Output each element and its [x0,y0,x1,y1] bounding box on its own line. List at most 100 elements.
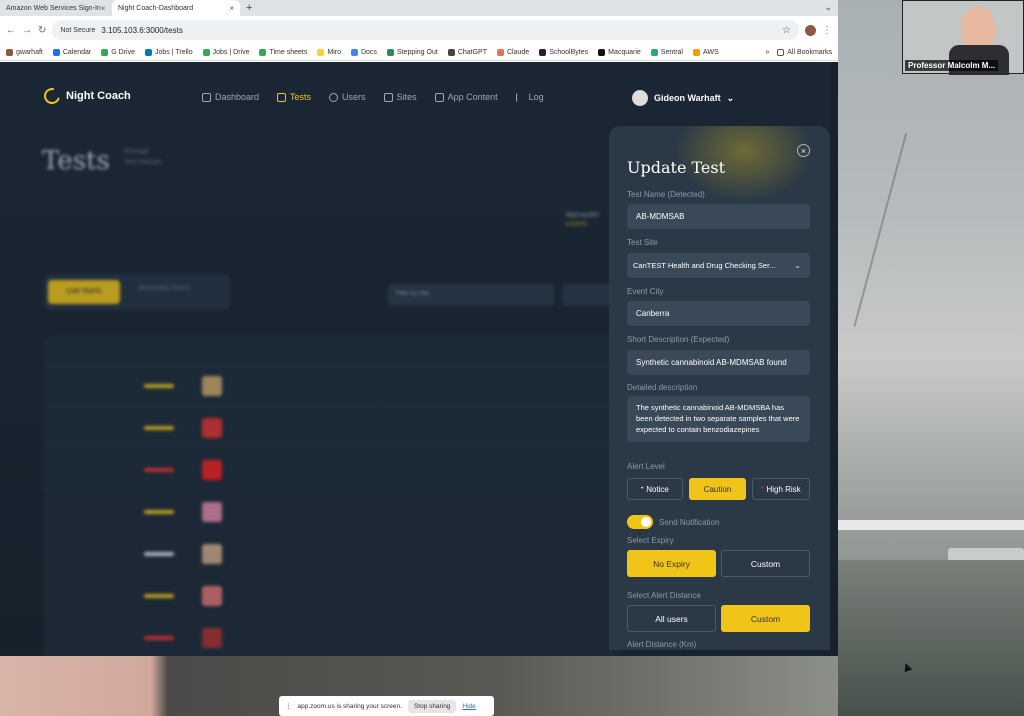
zoom-video-tile[interactable]: Professor Malcolm M... [902,0,1024,75]
table-row[interactable] [44,576,620,616]
red-alert-summary: RED ALERT 4 DAYS [566,213,600,228]
tests-toggle: LIVE TESTS ARCHIVED TESTS [44,274,230,310]
nav-log[interactable]: Log [515,92,544,102]
nav-dashboard[interactable]: Dashboard [202,92,259,102]
alert-caution-button[interactable]: Caution [689,478,746,500]
zoom-sharing-bar: ⋮ app.zoom.us is sharing your screen. St… [279,696,494,716]
test-site-label: Test Site [627,238,658,247]
hide-link[interactable]: Hide [462,703,475,710]
app-viewport: Night Coach Dashboard Tests Users Sites … [0,62,838,656]
dashboard-icon [202,92,211,102]
test-name-label: Test Name (Detected) [627,190,705,199]
custom-distance-button[interactable]: Custom [721,605,810,632]
stop-sharing-button[interactable]: Stop sharing [407,699,457,713]
new-tab-icon[interactable]: + [246,2,252,14]
custom-expiry-button[interactable]: Custom [721,550,810,577]
short-description-input[interactable]: Synthetic cannabinoid AB-MDMSAB found [627,350,810,375]
app-topbar: Night Coach Dashboard Tests Users Sites … [0,62,830,126]
no-expiry-button[interactable]: No Expiry [627,550,716,577]
bookmark[interactable]: G Drive [101,48,135,56]
send-notification-toggle[interactable] [627,515,653,529]
close-icon[interactable]: × [797,144,810,157]
table-row[interactable] [44,366,620,406]
video-participant-name: Professor Malcolm M... [905,60,999,71]
bookmark[interactable]: Macquarie [598,48,641,56]
back-icon[interactable]: ← [6,25,16,36]
table-row[interactable] [44,618,620,656]
users-icon [329,92,339,102]
tests-icon [277,92,287,102]
bookmark[interactable]: gwarhaft [6,48,43,56]
nav-tests[interactable]: Tests [277,92,311,102]
tests-table [44,336,620,656]
update-test-panel: × Update Test Test Name (Detected) AB-MD… [609,126,830,650]
nav-sites[interactable]: Sites [383,92,417,102]
bookmark[interactable]: Docs [350,48,377,56]
alert-distance-km-label: Alert Distance (Km) [627,640,697,649]
alert-high-risk-button[interactable]: • High Risk [752,478,810,500]
filter-site-select[interactable]: Filter by Site [388,284,554,306]
table-row[interactable] [44,450,620,490]
detailed-description-textarea[interactable]: The synthetic cannabinoid AB-MDMSBA has … [627,396,810,442]
bookmark[interactable]: ChatGPT [447,48,487,56]
tab-strip: Amazon Web Services Sign-In × Night Coac… [0,0,838,16]
event-city-input[interactable]: Canberra [627,301,810,326]
all-bookmarks[interactable]: All Bookmarks [777,48,832,56]
bookmark[interactable]: Stepping Out [386,48,438,56]
background-wall [838,0,1024,716]
tab-aws[interactable]: Amazon Web Services Sign-In × [0,0,110,16]
close-icon[interactable]: × [229,4,234,13]
map-icon [383,92,393,102]
bookmark[interactable]: Time sheets [259,48,307,56]
more-bookmarks-icon[interactable]: » [765,49,769,56]
list-icon [515,92,525,102]
all-users-button[interactable]: All users [627,605,716,632]
panel-title: Update Test [627,158,726,177]
moon-icon [41,85,63,107]
address-bar[interactable]: Not Secure 3.105.103.6:3000/tests ☆ [52,20,799,40]
archived-tests-tab[interactable]: ARCHIVED TESTS [138,286,190,292]
bookmarks-bar: gwarhaft Calendar G Drive Jobs | Trello … [0,44,838,61]
bookmark[interactable]: AWS [692,48,719,56]
bookmark[interactable]: Miro [317,48,341,56]
menu-icon[interactable]: ⋮ [822,25,832,36]
table-row[interactable] [44,408,620,448]
chevron-down-icon: ⌄ [726,92,735,103]
profile-avatar[interactable] [805,24,816,36]
test-name-input[interactable]: AB-MDMSAB [627,204,810,229]
star-icon[interactable]: ☆ [782,25,791,36]
bookmark[interactable]: Calendar [52,48,91,56]
grip-icon[interactable]: ⋮ [285,702,292,710]
send-notification-label: Send Notification [659,518,720,527]
tab-night-coach[interactable]: Night Coach-Dashboard × [112,0,240,16]
not-secure-badge[interactable]: Not Secure [60,27,95,34]
bookmark[interactable]: Sentral [650,48,683,56]
table-row[interactable] [44,492,620,532]
alert-notice-button[interactable]: • Notice [627,478,683,500]
forward-icon[interactable]: → [22,25,32,36]
bookmark[interactable]: Jobs | Trello [145,48,193,56]
bookmark[interactable]: Jobs | Drive [202,48,249,56]
avatar [632,90,648,106]
user-menu[interactable]: Gideon Warhaft ⌄ [632,90,734,106]
nav-users[interactable]: Users [329,92,366,102]
chevron-down-icon[interactable]: ⌄ [824,2,832,13]
live-tests-tab[interactable]: LIVE TESTS [48,280,120,304]
table-row[interactable] [44,534,620,574]
close-icon[interactable]: × [101,4,106,13]
bookmark[interactable]: Claude [497,48,529,56]
expiry-label: Select Expiry [627,536,674,545]
alert-level-label: Alert Level [627,462,665,471]
test-site-select[interactable]: CanTEST Health and Drug Checking Ser... ⌄ [627,253,810,278]
grid-icon [434,92,444,102]
alert-distance-label: Select Alert Distance [627,591,701,600]
reload-icon[interactable]: ↻ [38,25,46,36]
nav-app-content[interactable]: App Content [434,92,498,102]
page-title: Tests [42,146,110,176]
bookmark[interactable]: SchoolBytes [539,48,588,56]
url-text[interactable]: 3.105.103.6:3000/tests [101,26,182,35]
brand-logo[interactable]: Night Coach [41,85,131,107]
short-description-label: Short Description (Expected) [627,335,730,344]
browser-toolbar: ← → ↻ Not Secure 3.105.103.6:3000/tests … [0,16,838,44]
event-city-label: Event City [627,287,664,296]
